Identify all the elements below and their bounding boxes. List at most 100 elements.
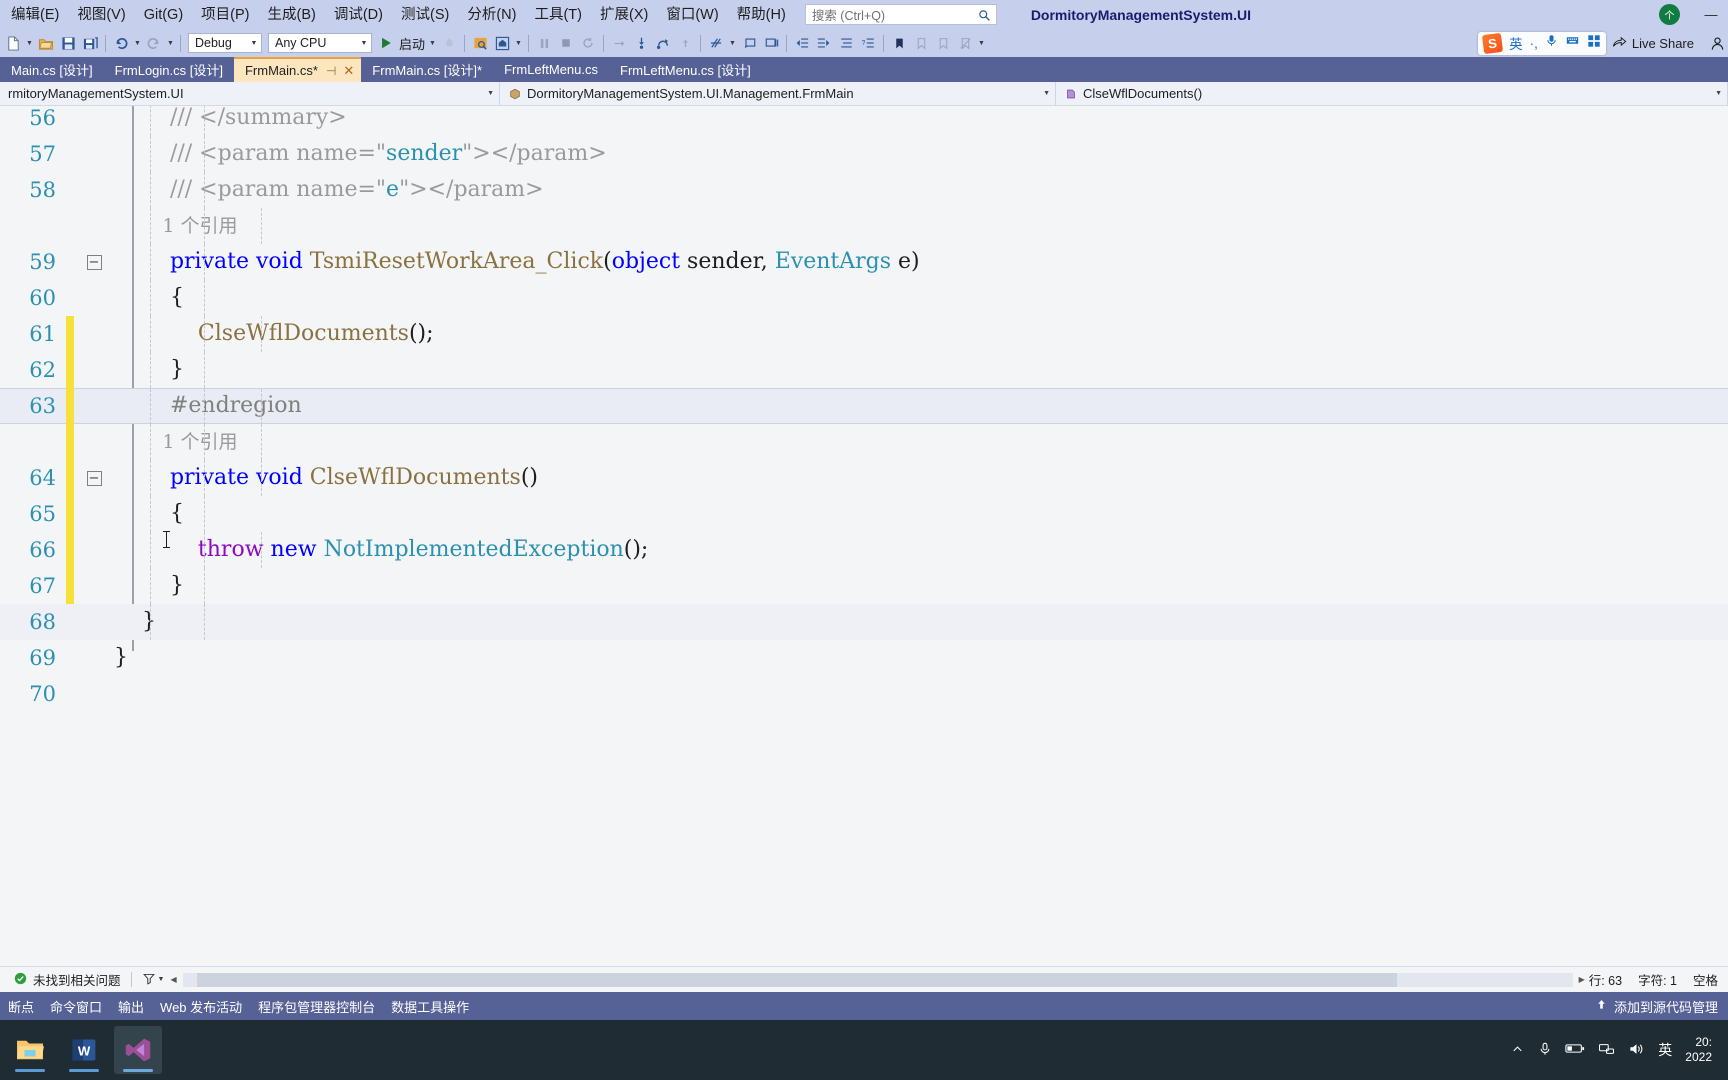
- ime-toolbox-icon[interactable]: [1587, 34, 1601, 53]
- taskbar-clock[interactable]: 20: 2022: [1685, 1035, 1720, 1065]
- collapse-minus-icon[interactable]: −: [86, 470, 102, 486]
- configuration-combo[interactable]: Debug ▼: [188, 33, 262, 53]
- code-text[interactable]: {: [114, 280, 1728, 316]
- code-line[interactable]: 66 throw new NotImplementedException();: [0, 532, 1728, 568]
- code-line[interactable]: 57 /// <param name="sender"></param>: [0, 136, 1728, 172]
- source-control-status[interactable]: 添加到源代码管理: [1595, 997, 1728, 1016]
- step-into-icon[interactable]: [630, 32, 652, 54]
- avatar[interactable]: 个: [1659, 4, 1680, 25]
- open-file-icon[interactable]: [35, 32, 57, 54]
- start-debug-icon[interactable]: [375, 32, 397, 54]
- outdent-icon[interactable]: [791, 32, 813, 54]
- menu-item-tools[interactable]: 工具(T): [525, 2, 591, 28]
- sogou-logo-icon[interactable]: S: [1482, 32, 1504, 54]
- code-line[interactable]: 60 {: [0, 280, 1728, 316]
- hscroll-thumb[interactable]: [196, 972, 1397, 987]
- indent-icon[interactable]: [813, 32, 835, 54]
- menu-item-project[interactable]: 项目(P): [192, 2, 258, 28]
- redo-icon[interactable]: [143, 32, 165, 54]
- window-minimize-button[interactable]: —: [1694, 0, 1728, 29]
- menu-item-debug[interactable]: 调试(D): [325, 2, 392, 28]
- code-line[interactable]: 58 /// <param name="e"></param>: [0, 172, 1728, 208]
- undo-dropdown-icon[interactable]: ▼: [132, 32, 143, 54]
- pin-icon[interactable]: ⊣: [326, 64, 336, 78]
- code-text[interactable]: /// </summary>: [114, 106, 1728, 136]
- microphone-icon[interactable]: [1538, 1041, 1552, 1060]
- filter-dropdown-icon[interactable]: ▼: [156, 969, 167, 991]
- code-text[interactable]: }: [114, 568, 1728, 604]
- bookmark-icon[interactable]: [888, 32, 910, 54]
- ime-indicator[interactable]: 英: [1658, 1040, 1672, 1060]
- search-box[interactable]: 搜索 (Ctrl+Q): [804, 4, 997, 25]
- collapse-toggle[interactable]: −: [74, 460, 114, 496]
- uncomment-block-icon[interactable]: [760, 32, 782, 54]
- menu-item-view[interactable]: 视图(V): [68, 2, 134, 28]
- code-text[interactable]: }: [114, 352, 1728, 388]
- battery-icon[interactable]: [1565, 1042, 1585, 1058]
- chevron-up-icon[interactable]: [1510, 1042, 1525, 1058]
- menu-item-help[interactable]: 帮助(H): [728, 2, 795, 28]
- menu-item-extensions[interactable]: 扩展(X): [591, 2, 657, 28]
- tool-tab-data-tools[interactable]: 数据工具操作: [383, 997, 477, 1016]
- close-icon[interactable]: ✕: [343, 63, 354, 79]
- file-explorer-icon[interactable]: [6, 1026, 54, 1074]
- breakpoints-dropdown-icon[interactable]: ▼: [727, 32, 738, 54]
- codelens-row[interactable]: 1 个引用: [0, 208, 1728, 244]
- new-file-dropdown-icon[interactable]: ▼: [24, 32, 35, 54]
- menu-item-test[interactable]: 测试(S): [392, 2, 458, 28]
- code-editor[interactable]: 56 /// </summary> 57 /// <param name="sen…: [0, 106, 1728, 966]
- save-all-icon[interactable]: [79, 32, 101, 54]
- live-preview-icon[interactable]: [469, 32, 491, 54]
- live-visual-tree-icon[interactable]: [491, 32, 513, 54]
- menu-item-build[interactable]: 生成(B): [259, 2, 325, 28]
- codelens-row[interactable]: 1 个引用: [0, 424, 1728, 460]
- code-line[interactable]: 63 #endregion: [0, 388, 1728, 425]
- start-dropdown-icon[interactable]: ▼: [427, 32, 438, 54]
- code-text[interactable]: private void TsmiResetWorkArea_Click(obj…: [114, 244, 1728, 280]
- live-share-button[interactable]: Live Share: [1612, 35, 1694, 52]
- code-text[interactable]: ClseWflDocuments();: [114, 316, 1728, 352]
- word-icon[interactable]: W: [60, 1026, 108, 1074]
- account-icon[interactable]: [1706, 32, 1728, 54]
- hscroll-right-arrow[interactable]: ▶: [1575, 973, 1589, 987]
- comment-block-icon[interactable]: [738, 32, 760, 54]
- code-line[interactable]: 64 − private void ClseWflDocuments(): [0, 460, 1728, 496]
- code-text[interactable]: /// <param name="sender"></param>: [114, 136, 1728, 172]
- menu-item-analyze[interactable]: 分析(N): [458, 2, 525, 28]
- member-combo[interactable]: ClseWflDocuments() ▼: [1056, 81, 1728, 106]
- code-text[interactable]: }: [114, 640, 1728, 676]
- redo-dropdown-icon[interactable]: ▼: [165, 32, 176, 54]
- code-line[interactable]: 65 {: [0, 496, 1728, 532]
- horizontal-scrollbar[interactable]: [182, 972, 1573, 987]
- start-label[interactable]: 启动: [397, 34, 427, 53]
- document-tab-frmmain-cs[interactable]: FrmMain.cs* ⊣ ✕: [233, 57, 362, 82]
- code-line[interactable]: 69}: [0, 640, 1728, 676]
- code-text[interactable]: {: [114, 496, 1728, 532]
- keyboard-icon[interactable]: [1565, 34, 1580, 52]
- save-icon[interactable]: [57, 32, 79, 54]
- code-text[interactable]: 1 个引用: [114, 208, 1728, 244]
- code-line[interactable]: 59 − private void TsmiResetWorkArea_Click…: [0, 244, 1728, 280]
- code-text[interactable]: 1 个引用: [114, 424, 1728, 460]
- menu-item-git[interactable]: Git(G): [135, 2, 192, 28]
- toolbar-overflow-icon[interactable]: ▼: [976, 32, 987, 54]
- toggle-breakpoints-icon[interactable]: [705, 32, 727, 54]
- format-lines-icon[interactable]: [835, 32, 857, 54]
- document-tab-frmlogin-design[interactable]: FrmLogin.cs [设计]: [104, 57, 234, 82]
- network-icon[interactable]: [1598, 1042, 1615, 1059]
- tool-tab-breakpoints[interactable]: 断点: [0, 997, 42, 1016]
- code-line[interactable]: 61 ClseWflDocuments();: [0, 316, 1728, 352]
- code-line[interactable]: 68 }: [0, 604, 1728, 640]
- step-over-icon[interactable]: [652, 32, 674, 54]
- volume-icon[interactable]: [1628, 1042, 1645, 1059]
- document-tab-main-design[interactable]: Main.cs [设计]: [0, 57, 104, 82]
- code-text[interactable]: /// <param name="e"></param>: [114, 172, 1728, 208]
- code-line[interactable]: 67 }: [0, 568, 1728, 604]
- new-file-icon[interactable]: [2, 32, 24, 54]
- collapse-minus-icon[interactable]: −: [86, 254, 102, 270]
- platform-combo[interactable]: Any CPU ▼: [268, 33, 372, 53]
- document-tab-frmmain-design[interactable]: FrmMain.cs [设计]*: [361, 57, 493, 82]
- code-text[interactable]: throw new NotImplementedException();: [114, 532, 1728, 568]
- tool-tab-web-publish[interactable]: Web 发布活动: [152, 997, 250, 1016]
- format-selection-icon[interactable]: ?: [857, 32, 879, 54]
